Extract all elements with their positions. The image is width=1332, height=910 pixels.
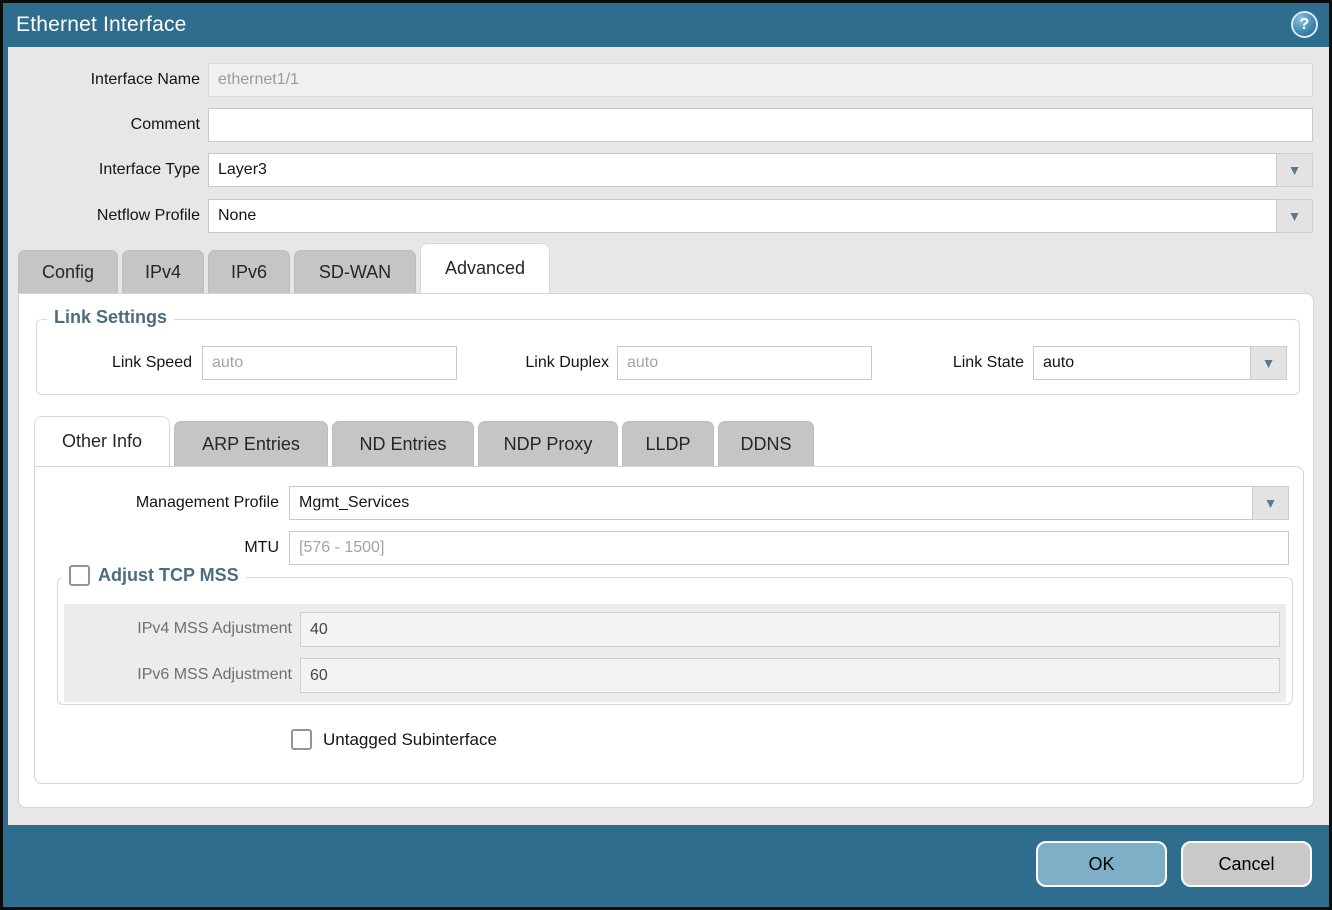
interface-type-dropdown-button[interactable]: ▼	[1277, 153, 1313, 187]
ok-button[interactable]: OK	[1036, 841, 1167, 887]
management-profile-combo: ▼	[289, 486, 1289, 520]
tab-ipv4[interactable]: IPv4	[122, 250, 204, 293]
tab-sd-wan[interactable]: SD-WAN	[294, 250, 416, 293]
mss-disabled-area: IPv4 MSS Adjustment IPv6 MSS Adjustment	[64, 604, 1286, 702]
help-icon[interactable]: ?	[1291, 11, 1318, 38]
dialog-body: Interface Name Comment Interface Type ▼ …	[8, 47, 1332, 825]
chevron-down-icon: ▼	[1288, 209, 1302, 223]
untagged-subinterface-label: Untagged Subinterface	[323, 730, 497, 750]
netflow-profile-combo: ▼	[208, 199, 1313, 233]
tab-other-info[interactable]: Other Info	[34, 416, 170, 466]
link-speed-label: Link Speed	[42, 346, 192, 380]
interface-name-input	[208, 63, 1313, 97]
management-profile-label: Management Profile	[35, 486, 279, 520]
link-settings-fieldset: Link Settings Link Speed Link Duplex Lin…	[36, 319, 1300, 395]
link-speed-input[interactable]	[202, 346, 457, 380]
cancel-button[interactable]: Cancel	[1181, 841, 1312, 887]
ipv4-mss-label: IPv4 MSS Adjustment	[64, 612, 292, 646]
dialog-title: Ethernet Interface	[16, 13, 187, 37]
link-state-dropdown-button[interactable]: ▼	[1251, 346, 1287, 380]
untagged-subinterface-checkbox[interactable]	[291, 729, 312, 750]
link-state-label: Link State	[914, 346, 1024, 380]
netflow-profile-input[interactable]	[208, 199, 1277, 233]
link-settings-legend: Link Settings	[47, 307, 174, 328]
chevron-down-icon: ▼	[1262, 356, 1276, 370]
link-state-input[interactable]	[1033, 346, 1251, 380]
management-profile-input[interactable]	[289, 486, 1253, 520]
mtu-input[interactable]	[289, 531, 1289, 565]
tab-nd-entries[interactable]: ND Entries	[332, 421, 474, 466]
interface-type-input[interactable]	[208, 153, 1277, 187]
dialog-titlebar: Ethernet Interface ?	[3, 3, 1329, 47]
tab-ndp-proxy[interactable]: NDP Proxy	[478, 421, 618, 466]
main-tab-bar: Config IPv4 IPv6 SD-WAN Advanced	[18, 245, 550, 293]
adjust-tcp-mss-fieldset: Adjust TCP MSS IPv4 MSS Adjustment IPv6 …	[57, 577, 1293, 705]
ipv6-mss-input	[300, 658, 1280, 693]
chevron-down-icon: ▼	[1264, 496, 1278, 510]
interface-type-label: Interface Type	[8, 153, 200, 187]
link-settings-legend-text: Link Settings	[54, 307, 167, 328]
link-duplex-input[interactable]	[617, 346, 872, 380]
mtu-label: MTU	[35, 531, 279, 565]
ipv4-mss-input	[300, 612, 1280, 647]
interface-type-combo: ▼	[208, 153, 1313, 187]
untagged-subinterface-row: Untagged Subinterface	[291, 729, 497, 750]
netflow-profile-dropdown-button[interactable]: ▼	[1277, 199, 1313, 233]
management-profile-dropdown-button[interactable]: ▼	[1253, 486, 1289, 520]
tab-ddns[interactable]: DDNS	[718, 421, 814, 466]
other-info-panel: Management Profile ▼ MTU Adjust TCP MSS …	[34, 466, 1304, 784]
tab-config[interactable]: Config	[18, 250, 118, 293]
link-state-combo: ▼	[1033, 346, 1287, 380]
ipv6-mss-label: IPv6 MSS Adjustment	[64, 658, 292, 692]
adjust-tcp-mss-legend-text: Adjust TCP MSS	[98, 565, 239, 586]
tab-arp-entries[interactable]: ARP Entries	[174, 421, 328, 466]
inner-tab-bar: Other Info ARP Entries ND Entries NDP Pr…	[34, 416, 814, 466]
tab-lldp[interactable]: LLDP	[622, 421, 714, 466]
tab-ipv6[interactable]: IPv6	[208, 250, 290, 293]
interface-name-label: Interface Name	[8, 63, 200, 97]
adjust-tcp-mss-legend: Adjust TCP MSS	[62, 565, 246, 586]
ethernet-interface-dialog: Ethernet Interface ? Interface Name Comm…	[0, 0, 1332, 910]
comment-input[interactable]	[208, 108, 1313, 142]
advanced-tab-panel: Link Settings Link Speed Link Duplex Lin…	[18, 293, 1314, 808]
netflow-profile-label: Netflow Profile	[8, 199, 200, 233]
comment-label: Comment	[8, 108, 200, 142]
adjust-tcp-mss-checkbox[interactable]	[69, 565, 90, 586]
tab-advanced[interactable]: Advanced	[420, 243, 550, 293]
chevron-down-icon: ▼	[1288, 163, 1302, 177]
link-duplex-label: Link Duplex	[499, 346, 609, 380]
